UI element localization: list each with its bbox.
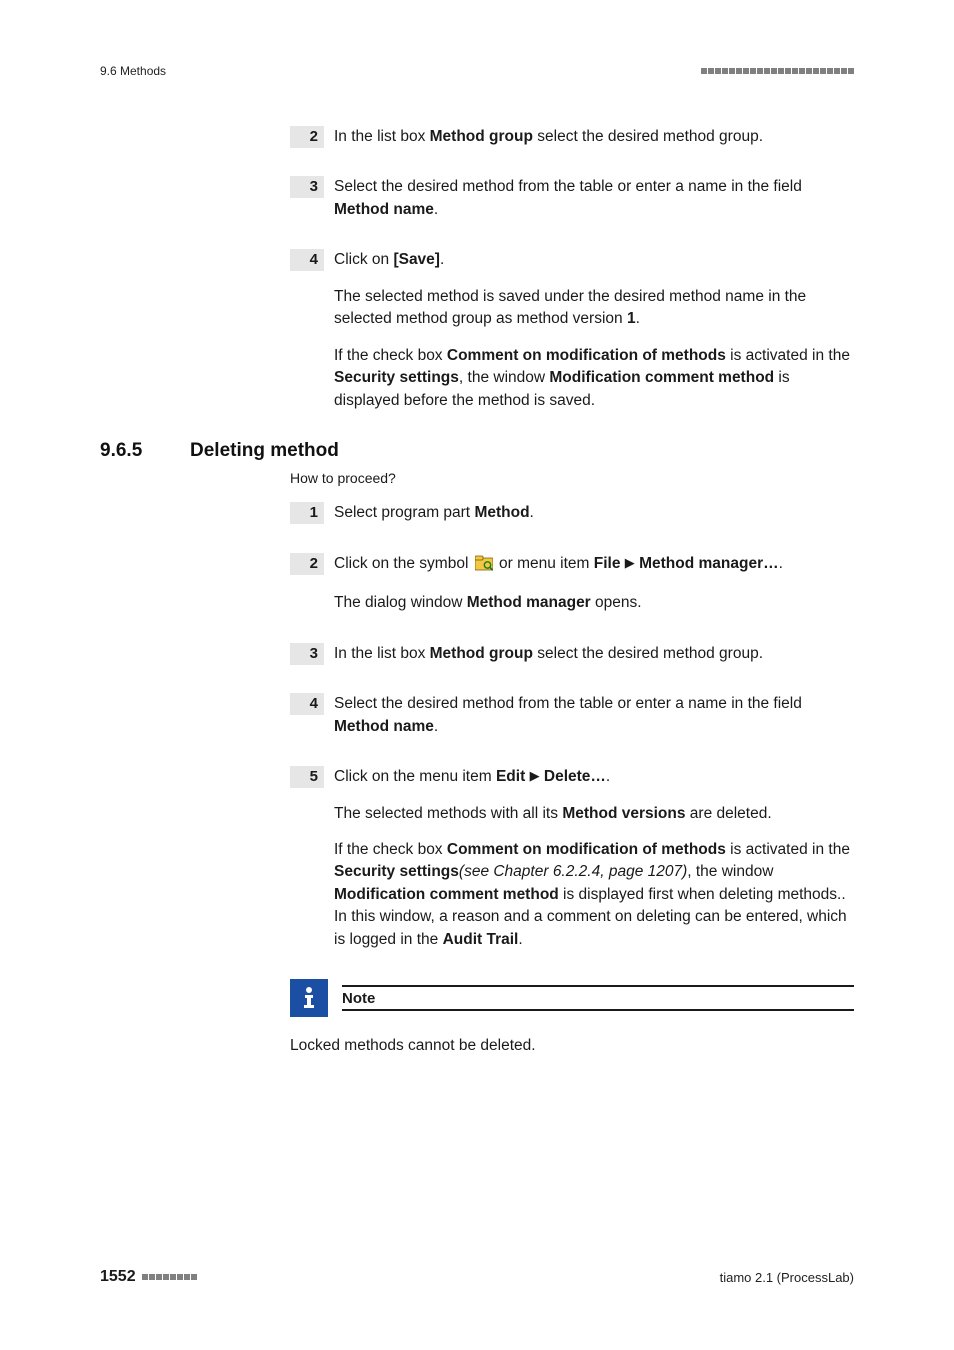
step-body: Select the desired method from the table…: [334, 176, 854, 221]
step-paragraph: Select the desired method from the table…: [334, 176, 854, 221]
menu-arrow-icon: ▶: [625, 555, 635, 570]
header-section-ref: 9.6 Methods: [100, 64, 166, 78]
step-paragraph: The dialog window Method manager opens.: [334, 592, 854, 614]
step-number: 2: [290, 553, 324, 575]
numbered-step: 3 Select the desired method from the tabl…: [290, 176, 854, 221]
step-number: 3: [290, 643, 324, 665]
step-paragraph: The selected methods with all its Method…: [334, 803, 854, 825]
how-to-proceed: How to proceed?: [290, 470, 854, 486]
step-number: 3: [290, 176, 324, 198]
numbered-step: 5 Click on the menu item Edit ▶ Delete…. T…: [290, 766, 854, 951]
header-decoration: [701, 68, 854, 74]
step-number: 4: [290, 249, 324, 271]
numbered-step: 3 In the list box Method group select the…: [290, 643, 854, 665]
note-body: Locked methods cannot be deleted.: [290, 1035, 854, 1057]
section-heading: 9.6.5 Deleting method: [100, 440, 854, 462]
footer-decoration: [142, 1274, 197, 1280]
step-paragraph: Click on the symbol or menu item File ▶ …: [334, 553, 854, 578]
step-paragraph: Click on [Save].: [334, 249, 854, 271]
info-icon: [290, 979, 328, 1017]
step-paragraph: If the check box Comment on modification…: [334, 839, 854, 951]
numbered-step: 4 Select the desired method from the tabl…: [290, 693, 854, 738]
step-number: 4: [290, 693, 324, 715]
step-paragraph: Select program part Method.: [334, 502, 854, 524]
section-number: 9.6.5: [100, 440, 190, 462]
step-number: 2: [290, 126, 324, 148]
note-box: Note Locked methods cannot be deleted.: [290, 979, 854, 1057]
menu-arrow-icon: ▶: [530, 768, 540, 783]
step-body: Click on the menu item Edit ▶ Delete…. Th…: [334, 766, 854, 951]
step-number: 5: [290, 766, 324, 788]
note-header: Note: [290, 979, 854, 1017]
step-paragraph: Select the desired method from the table…: [334, 693, 854, 738]
method-manager-icon: [475, 555, 493, 578]
step-body: Click on [Save]. The selected method is s…: [334, 249, 854, 412]
step-body: In the list box Method group select the …: [334, 126, 854, 148]
step-paragraph: If the check box Comment on modification…: [334, 345, 854, 412]
numbered-step: 2 Click on the symbol or menu item File ▶…: [290, 553, 854, 615]
step-paragraph: In the list box Method group select the …: [334, 643, 854, 665]
step-body: In the list box Method group select the …: [334, 643, 854, 665]
step-paragraph: In the list box Method group select the …: [334, 126, 854, 148]
step-body: Click on the symbol or menu item File ▶ …: [334, 553, 854, 615]
page-footer: 1552 tiamo 2.1 (ProcessLab): [100, 1268, 854, 1286]
numbered-step: 4 Click on [Save]. The selected method is …: [290, 249, 854, 412]
numbered-step: 1 Select program part Method.: [290, 502, 854, 524]
note-title: Note: [342, 987, 854, 1009]
step-body: Select the desired method from the table…: [334, 693, 854, 738]
page-number: 1552: [100, 1268, 136, 1286]
step-paragraph: The selected method is saved under the d…: [334, 286, 854, 331]
numbered-step: 2 In the list box Method group select the…: [290, 126, 854, 148]
footer-product: tiamo 2.1 (ProcessLab): [720, 1270, 854, 1285]
content-area: 2 In the list box Method group select the…: [290, 126, 854, 1058]
step-paragraph: Click on the menu item Edit ▶ Delete….: [334, 766, 854, 788]
page-header: 9.6 Methods: [100, 64, 854, 78]
page: 9.6 Methods 2 In the list box Method grou…: [0, 0, 954, 1350]
step-body: Select program part Method.: [334, 502, 854, 524]
step-number: 1: [290, 502, 324, 524]
section-title: Deleting method: [190, 440, 339, 462]
